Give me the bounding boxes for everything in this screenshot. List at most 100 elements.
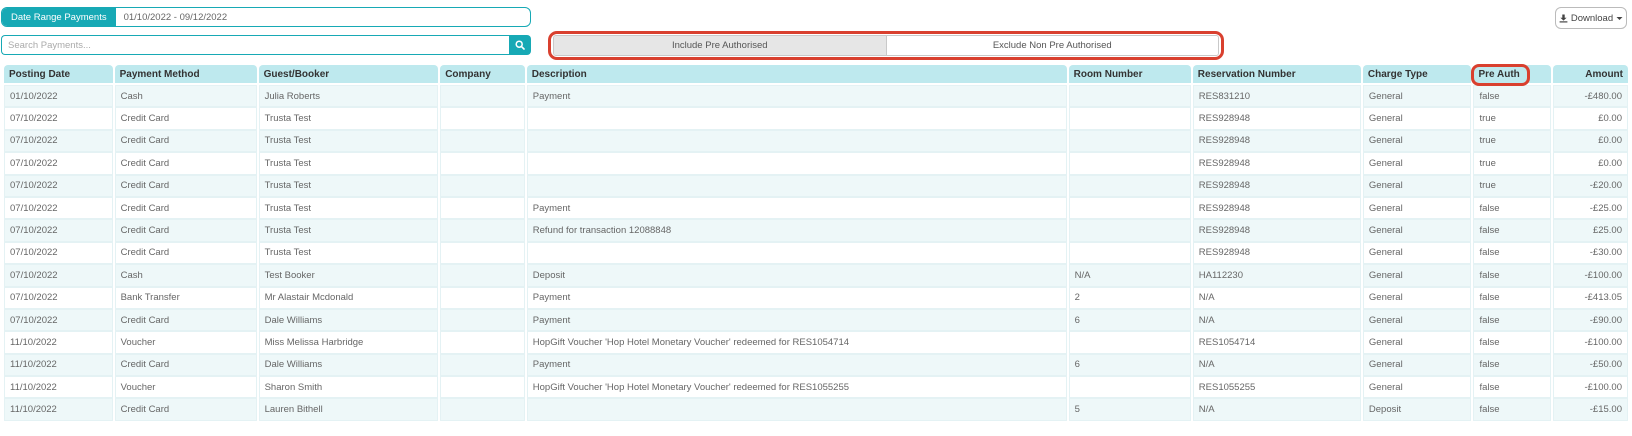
date-range-label: Date Range Payments xyxy=(2,8,116,26)
column-header-payment-method[interactable]: Payment Method xyxy=(114,65,257,85)
cell-reservation-number: RES831210 xyxy=(1192,85,1361,108)
cell-room-number: 6 xyxy=(1068,308,1191,332)
column-header-company[interactable]: Company xyxy=(440,65,525,85)
cell-amount: £0.00 xyxy=(1552,129,1628,153)
column-header-charge-type[interactable]: Charge Type xyxy=(1362,65,1472,85)
cell-company xyxy=(440,331,525,354)
table-row[interactable]: 11/10/2022 Credit Card Lauren Bithell 5 N/A D… xyxy=(4,398,1628,421)
cell-charge-type: General xyxy=(1362,129,1472,153)
cell-reservation-number: RES1055255 xyxy=(1192,376,1361,399)
cell-reservation-number: RES1054714 xyxy=(1192,331,1361,354)
cell-company xyxy=(440,376,525,399)
cell-guest-booker: Trusta Test xyxy=(258,219,439,242)
table-row[interactable]: 07/10/2022 Credit Card Dale Williams Paymen… xyxy=(4,308,1628,332)
cell-amount: -£30.00 xyxy=(1552,241,1628,265)
cell-guest-booker: Trusta Test xyxy=(258,196,439,220)
table-row[interactable]: 07/10/2022 Credit Card Trusta Test RES92894… xyxy=(4,241,1628,265)
cell-payment-method: Cash xyxy=(114,264,257,287)
cell-charge-type: Deposit xyxy=(1362,398,1472,421)
cell-guest-booker: Dale Williams xyxy=(258,353,439,377)
column-header-reservation-number[interactable]: Reservation Number xyxy=(1192,65,1361,85)
search-input[interactable] xyxy=(1,35,509,55)
column-header-description[interactable]: Description xyxy=(526,65,1067,85)
exclude-non-pre-authorised-button[interactable]: Exclude Non Pre Authorised xyxy=(886,36,1218,55)
cell-pre-auth: false xyxy=(1473,331,1551,354)
cell-description: Refund for transaction 12088848 xyxy=(526,219,1067,242)
cell-charge-type: General xyxy=(1362,286,1472,309)
column-header-room-number[interactable]: Room Number xyxy=(1068,65,1191,85)
cell-payment-method: Credit Card xyxy=(114,152,257,175)
column-header-amount[interactable]: Amount xyxy=(1552,65,1628,85)
download-button[interactable]: Download xyxy=(1555,7,1627,29)
include-pre-authorised-button[interactable]: Include Pre Authorised xyxy=(554,36,887,55)
cell-reservation-number: RES928948 xyxy=(1192,152,1361,175)
cell-room-number xyxy=(1068,152,1191,175)
cell-amount: £25.00 xyxy=(1552,219,1628,242)
cell-room-number: 5 xyxy=(1068,398,1191,421)
cell-guest-booker: Trusta Test xyxy=(258,241,439,265)
date-range-value[interactable]: 01/10/2022 - 09/12/2022 xyxy=(116,12,228,23)
cell-amount: -£413.05 xyxy=(1552,286,1628,309)
cell-pre-auth: false xyxy=(1473,353,1551,377)
column-header-guest-booker[interactable]: Guest/Booker xyxy=(258,65,439,85)
table-row[interactable]: 07/10/2022 Cash Test Booker Deposit N/A HA112… xyxy=(4,264,1628,287)
cell-company xyxy=(440,308,525,332)
cell-guest-booker: Trusta Test xyxy=(258,129,439,153)
cell-payment-method: Credit Card xyxy=(114,241,257,265)
column-header-posting-date[interactable]: Posting Date xyxy=(4,65,113,85)
cell-charge-type: General xyxy=(1362,308,1472,332)
table-row[interactable]: 07/10/2022 Credit Card Trusta Test RES92894… xyxy=(4,174,1628,197)
cell-description: Payment xyxy=(526,85,1067,108)
table-row[interactable]: 11/10/2022 Voucher Sharon Smith HopGift Vou… xyxy=(4,376,1628,399)
cell-amount: -£50.00 xyxy=(1552,353,1628,377)
cell-payment-method: Bank Transfer xyxy=(114,286,257,309)
date-range-picker[interactable]: Date Range Payments 01/10/2022 - 09/12/2… xyxy=(1,7,531,27)
table-row[interactable]: 07/10/2022 Credit Card Trusta Test RES92894… xyxy=(4,107,1628,130)
cell-reservation-number: RES928948 xyxy=(1192,129,1361,153)
download-icon xyxy=(1559,14,1568,22)
cell-company xyxy=(440,129,525,153)
table-row[interactable]: 07/10/2022 Credit Card Trusta Test RES92894… xyxy=(4,129,1628,153)
table-row[interactable]: 01/10/2022 Cash Julia Roberts Payment RES831… xyxy=(4,85,1628,108)
cell-reservation-number: RES928948 xyxy=(1192,241,1361,265)
table-row[interactable]: 07/10/2022 Bank Transfer Mr Alastair Mcdon… xyxy=(4,286,1628,309)
payments-table-container: Posting Date Payment Method Guest/Booker… xyxy=(2,65,1630,421)
cell-room-number xyxy=(1068,174,1191,197)
cell-guest-booker: Julia Roberts xyxy=(258,85,439,108)
pre-auth-highlight-annotation xyxy=(1471,64,1530,86)
table-row[interactable]: 07/10/2022 Credit Card Trusta Test Payment R… xyxy=(4,196,1628,220)
cell-posting-date: 11/10/2022 xyxy=(4,331,113,354)
cell-charge-type: General xyxy=(1362,241,1472,265)
cell-reservation-number: N/A xyxy=(1192,398,1361,421)
cell-amount: £0.00 xyxy=(1552,152,1628,175)
table-row[interactable]: 11/10/2022 Credit Card Dale Williams Paymen… xyxy=(4,353,1628,377)
cell-payment-method: Voucher xyxy=(114,376,257,399)
cell-description: HopGift Voucher 'Hop Hotel Monetary Vouc… xyxy=(526,376,1067,399)
search-button[interactable] xyxy=(509,35,531,55)
cell-posting-date: 07/10/2022 xyxy=(4,152,113,175)
cell-posting-date: 07/10/2022 xyxy=(4,174,113,197)
cell-description xyxy=(526,174,1067,197)
download-label: Download xyxy=(1570,12,1614,24)
table-row[interactable]: 07/10/2022 Credit Card Trusta Test RES92894… xyxy=(4,152,1628,175)
cell-description: Payment xyxy=(526,286,1067,309)
cell-amount: -£100.00 xyxy=(1552,264,1628,287)
cell-room-number xyxy=(1068,129,1191,153)
cell-charge-type: General xyxy=(1362,353,1472,377)
cell-guest-booker: Sharon Smith xyxy=(258,376,439,399)
cell-company xyxy=(440,353,525,377)
cell-description: Payment xyxy=(526,353,1067,377)
cell-company xyxy=(440,152,525,175)
cell-posting-date: 07/10/2022 xyxy=(4,129,113,153)
cell-guest-booker: Miss Melissa Harbridge xyxy=(258,331,439,354)
cell-charge-type: General xyxy=(1362,331,1472,354)
cell-payment-method: Credit Card xyxy=(114,353,257,377)
table-row[interactable]: 07/10/2022 Credit Card Trusta Test Refund f… xyxy=(4,219,1628,242)
cell-amount: -£20.00 xyxy=(1552,174,1628,197)
cell-pre-auth: false xyxy=(1473,264,1551,287)
table-row[interactable]: 11/10/2022 Voucher Miss Melissa Harbridge H… xyxy=(4,331,1628,354)
cell-charge-type: General xyxy=(1362,264,1472,287)
cell-guest-booker: Trusta Test xyxy=(258,107,439,130)
cell-company xyxy=(440,219,525,242)
cell-amount: -£100.00 xyxy=(1552,376,1628,399)
